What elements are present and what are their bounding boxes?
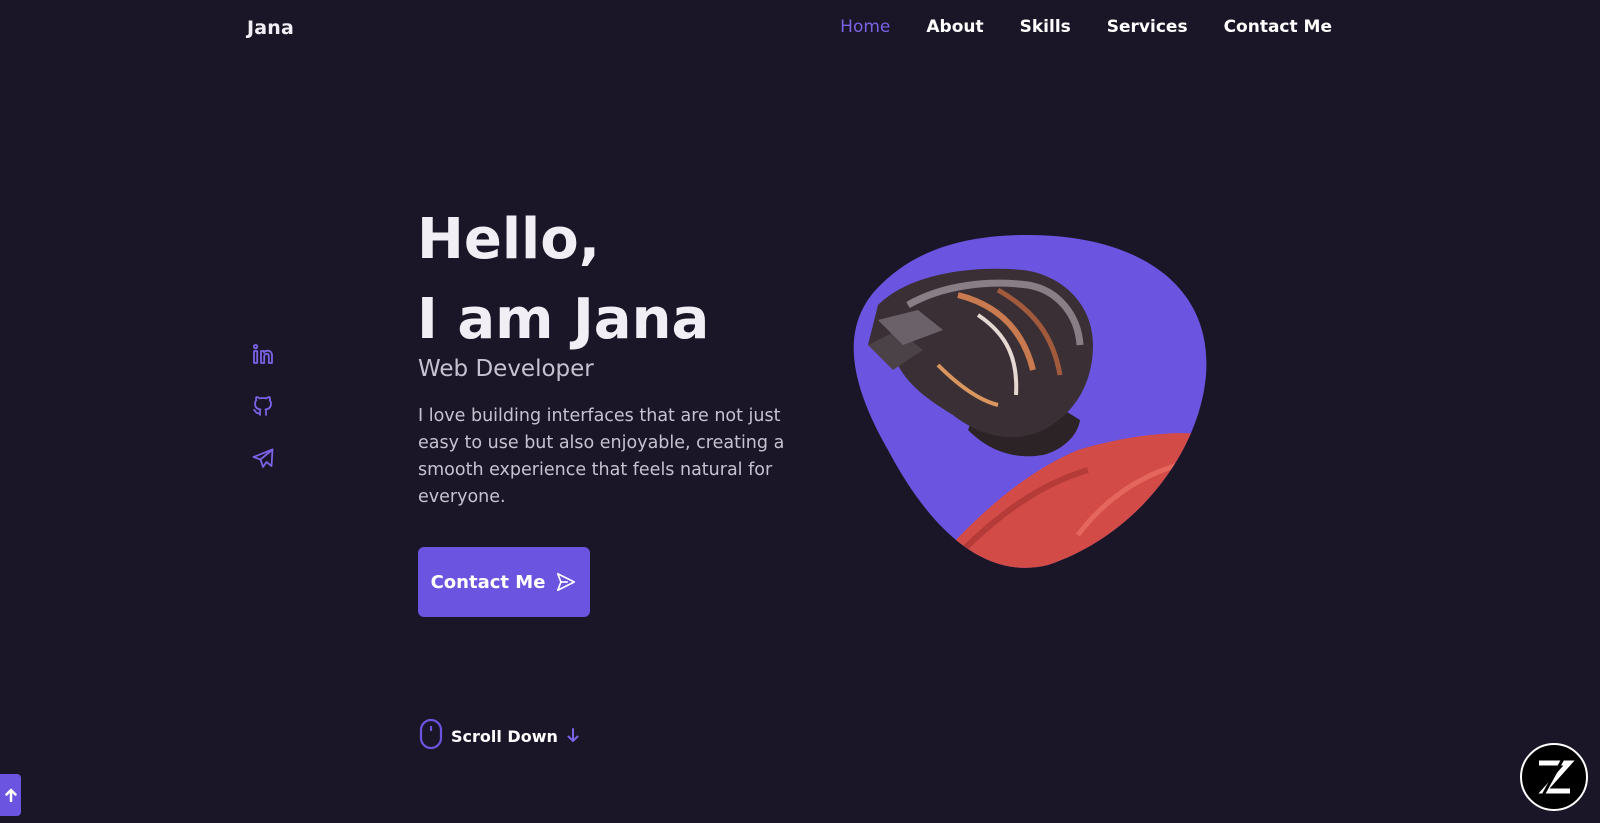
page: Jana Home About Skills Services Contact …: [0, 0, 1600, 823]
z-logo-icon: [1520, 743, 1588, 811]
main-nav: Home About Skills Services Contact Me: [840, 17, 1332, 37]
hero-greeting: Hello,: [417, 207, 600, 272]
nav-about[interactable]: About: [926, 17, 983, 37]
scroll-up-button[interactable]: [0, 774, 21, 816]
contact-me-button[interactable]: Contact Me: [418, 547, 590, 617]
github-link[interactable]: [251, 394, 275, 418]
github-icon: [253, 396, 272, 416]
linkedin-link[interactable]: [251, 342, 275, 366]
telegram-link[interactable]: [251, 446, 275, 470]
arrow-up-icon: [4, 788, 17, 802]
hero-title: Hello, I am Jana: [417, 200, 709, 360]
hero-subtitle: Web Developer: [418, 356, 594, 382]
scroll-down-label: Scroll Down: [451, 726, 558, 746]
nav-contact[interactable]: Contact Me: [1224, 17, 1332, 37]
hero-description: I love building interfaces that are not …: [418, 406, 785, 507]
send-icon: [557, 572, 576, 592]
social-links: [251, 342, 275, 470]
linkedin-icon: [252, 343, 273, 364]
hero-name: I am Jana: [417, 287, 710, 352]
contact-me-label: Contact Me: [430, 571, 546, 593]
scroll-down-link[interactable]: Scroll Down: [419, 718, 580, 754]
arrow-down-icon: [566, 727, 580, 746]
mouse-icon: [419, 718, 443, 754]
nav-services[interactable]: Services: [1107, 17, 1188, 37]
nav-skills[interactable]: Skills: [1020, 17, 1071, 37]
profile-image: [853, 235, 1207, 568]
nav-home[interactable]: Home: [840, 17, 890, 37]
telegram-icon: [252, 448, 274, 468]
site-logo[interactable]: Jana: [247, 17, 294, 39]
